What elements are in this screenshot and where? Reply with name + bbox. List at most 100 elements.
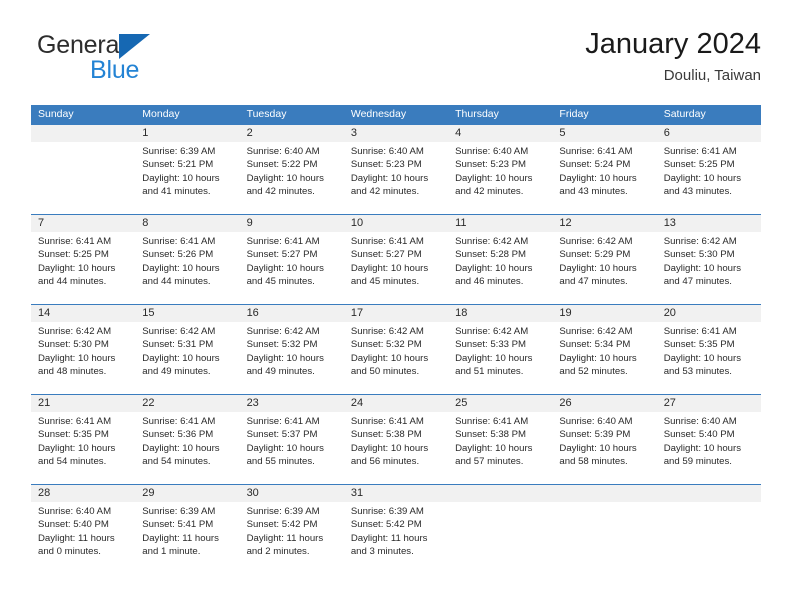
day-number[interactable]: 12	[552, 215, 656, 232]
day-number[interactable]: 14	[31, 305, 135, 322]
day-number[interactable]	[657, 485, 761, 502]
day-cell[interactable]: Sunrise: 6:41 AM Sunset: 5:25 PM Dayligh…	[657, 142, 761, 214]
sunset-text: Sunset: 5:30 PM	[38, 339, 109, 351]
day-number[interactable]: 29	[135, 485, 239, 502]
day-number[interactable]: 21	[31, 395, 135, 412]
day-cell[interactable]: Sunrise: 6:40 AM Sunset: 5:23 PM Dayligh…	[448, 142, 552, 214]
sunset-text: Sunset: 5:42 PM	[246, 519, 318, 531]
day-number[interactable]	[31, 125, 135, 142]
day-cell[interactable]: Sunrise: 6:40 AM Sunset: 5:40 PM Dayligh…	[657, 412, 761, 484]
daylight-text-line2: and 45 minutes.	[246, 275, 315, 287]
daylight-text-line1: Daylight: 10 hours	[142, 172, 220, 184]
sunset-text: Sunset: 5:40 PM	[663, 429, 735, 441]
day-cell[interactable]: Sunrise: 6:42 AM Sunset: 5:33 PM Dayligh…	[448, 322, 552, 394]
day-cell[interactable]: Sunrise: 6:41 AM Sunset: 5:24 PM Dayligh…	[552, 142, 656, 214]
day-cell[interactable]: Sunrise: 6:41 AM Sunset: 5:35 PM Dayligh…	[31, 412, 135, 484]
sunrise-text: Sunrise: 6:41 AM	[142, 416, 216, 427]
daylight-text-line1: Daylight: 10 hours	[559, 262, 637, 274]
day-number[interactable]: 26	[552, 395, 656, 412]
day-number[interactable]: 27	[657, 395, 761, 412]
day-cell[interactable]: Sunrise: 6:41 AM Sunset: 5:25 PM Dayligh…	[31, 232, 135, 304]
general-blue-logo[interactable]: General Blue	[31, 31, 271, 89]
day-cell[interactable]	[552, 502, 656, 574]
day-cell[interactable]: Sunrise: 6:41 AM Sunset: 5:27 PM Dayligh…	[240, 232, 344, 304]
day-number[interactable]: 11	[448, 215, 552, 232]
day-cell[interactable]: Sunrise: 6:39 AM Sunset: 5:42 PM Dayligh…	[240, 502, 344, 574]
day-number[interactable]: 31	[344, 485, 448, 502]
week-day-details: Sunrise: 6:41 AM Sunset: 5:25 PM Dayligh…	[31, 232, 761, 304]
sunrise-text: Sunrise: 6:42 AM	[663, 236, 737, 247]
day-cell[interactable]: Sunrise: 6:39 AM Sunset: 5:21 PM Dayligh…	[135, 142, 239, 214]
weekday-tuesday: Tuesday	[246, 108, 287, 120]
day-cell[interactable]: Sunrise: 6:42 AM Sunset: 5:32 PM Dayligh…	[240, 322, 344, 394]
sunset-text: Sunset: 5:38 PM	[455, 429, 527, 441]
day-number[interactable]: 24	[344, 395, 448, 412]
daylight-text-line2: and 44 minutes.	[142, 275, 211, 287]
day-cell[interactable]: Sunrise: 6:42 AM Sunset: 5:29 PM Dayligh…	[552, 232, 656, 304]
day-number[interactable]: 13	[657, 215, 761, 232]
day-cell[interactable]	[31, 142, 135, 214]
day-cell[interactable]: Sunrise: 6:42 AM Sunset: 5:28 PM Dayligh…	[448, 232, 552, 304]
day-number[interactable]: 8	[135, 215, 239, 232]
day-cell[interactable]: Sunrise: 6:41 AM Sunset: 5:38 PM Dayligh…	[344, 412, 448, 484]
sunrise-text: Sunrise: 6:42 AM	[246, 326, 320, 337]
week-day-numbers: 14 15 16 17 18 19 20	[31, 305, 761, 322]
day-cell[interactable]: Sunrise: 6:42 AM Sunset: 5:30 PM Dayligh…	[657, 232, 761, 304]
sunset-text: Sunset: 5:35 PM	[38, 429, 109, 441]
day-number[interactable]	[552, 485, 656, 502]
sunset-text: Sunset: 5:32 PM	[246, 339, 318, 351]
day-cell[interactable]: Sunrise: 6:39 AM Sunset: 5:41 PM Dayligh…	[135, 502, 239, 574]
day-number[interactable]: 3	[344, 125, 448, 142]
day-cell[interactable]	[657, 502, 761, 574]
day-cell[interactable]: Sunrise: 6:41 AM Sunset: 5:26 PM Dayligh…	[135, 232, 239, 304]
day-number[interactable]: 4	[448, 125, 552, 142]
day-cell[interactable]: Sunrise: 6:40 AM Sunset: 5:39 PM Dayligh…	[552, 412, 656, 484]
day-number[interactable]: 25	[448, 395, 552, 412]
day-cell[interactable]: Sunrise: 6:41 AM Sunset: 5:27 PM Dayligh…	[344, 232, 448, 304]
day-cell[interactable]: Sunrise: 6:40 AM Sunset: 5:40 PM Dayligh…	[31, 502, 135, 574]
day-cell[interactable]: Sunrise: 6:42 AM Sunset: 5:30 PM Dayligh…	[31, 322, 135, 394]
day-number[interactable]: 20	[657, 305, 761, 322]
daylight-text-line2: and 59 minutes.	[663, 455, 732, 467]
day-number[interactable]: 23	[240, 395, 344, 412]
day-cell[interactable]: Sunrise: 6:39 AM Sunset: 5:42 PM Dayligh…	[344, 502, 448, 574]
daylight-text-line2: and 46 minutes.	[455, 275, 524, 287]
day-number[interactable]: 16	[240, 305, 344, 322]
sunset-text: Sunset: 5:25 PM	[38, 249, 109, 261]
day-number[interactable]: 7	[31, 215, 135, 232]
day-cell[interactable]: Sunrise: 6:42 AM Sunset: 5:34 PM Dayligh…	[552, 322, 656, 394]
day-cell[interactable]: Sunrise: 6:41 AM Sunset: 5:37 PM Dayligh…	[240, 412, 344, 484]
sunrise-text: Sunrise: 6:40 AM	[455, 146, 529, 157]
day-number[interactable]: 28	[31, 485, 135, 502]
day-cell[interactable]: Sunrise: 6:41 AM Sunset: 5:38 PM Dayligh…	[448, 412, 552, 484]
day-number[interactable]: 22	[135, 395, 239, 412]
sunset-text: Sunset: 5:23 PM	[350, 159, 422, 171]
daylight-text-line2: and 49 minutes.	[246, 365, 315, 377]
sunset-text: Sunset: 5:26 PM	[142, 249, 214, 261]
day-number[interactable]	[448, 485, 552, 502]
day-number[interactable]: 15	[135, 305, 239, 322]
day-number[interactable]: 9	[240, 215, 344, 232]
daylight-text-line1: Daylight: 10 hours	[350, 442, 429, 454]
day-number[interactable]: 17	[344, 305, 448, 322]
day-cell[interactable]	[448, 502, 552, 574]
day-cell[interactable]: Sunrise: 6:41 AM Sunset: 5:35 PM Dayligh…	[657, 322, 761, 394]
sunset-text: Sunset: 5:32 PM	[350, 339, 422, 351]
day-number[interactable]: 6	[657, 125, 761, 142]
day-cell[interactable]: Sunrise: 6:40 AM Sunset: 5:23 PM Dayligh…	[344, 142, 448, 214]
day-number[interactable]: 30	[240, 485, 344, 502]
sunrise-text: Sunrise: 6:42 AM	[455, 236, 529, 247]
day-number[interactable]: 1	[135, 125, 239, 142]
day-number[interactable]: 10	[344, 215, 448, 232]
day-cell[interactable]: Sunrise: 6:42 AM Sunset: 5:31 PM Dayligh…	[135, 322, 239, 394]
daylight-text-line1: Daylight: 10 hours	[38, 352, 116, 364]
day-number[interactable]: 18	[448, 305, 552, 322]
sunrise-text: Sunrise: 6:41 AM	[350, 416, 424, 427]
day-cell[interactable]: Sunrise: 6:41 AM Sunset: 5:36 PM Dayligh…	[135, 412, 239, 484]
day-number[interactable]: 19	[552, 305, 656, 322]
sunrise-text: Sunrise: 6:39 AM	[142, 146, 216, 157]
day-number[interactable]: 5	[552, 125, 656, 142]
day-number[interactable]: 2	[240, 125, 344, 142]
day-cell[interactable]: Sunrise: 6:40 AM Sunset: 5:22 PM Dayligh…	[240, 142, 344, 214]
day-cell[interactable]: Sunrise: 6:42 AM Sunset: 5:32 PM Dayligh…	[344, 322, 448, 394]
